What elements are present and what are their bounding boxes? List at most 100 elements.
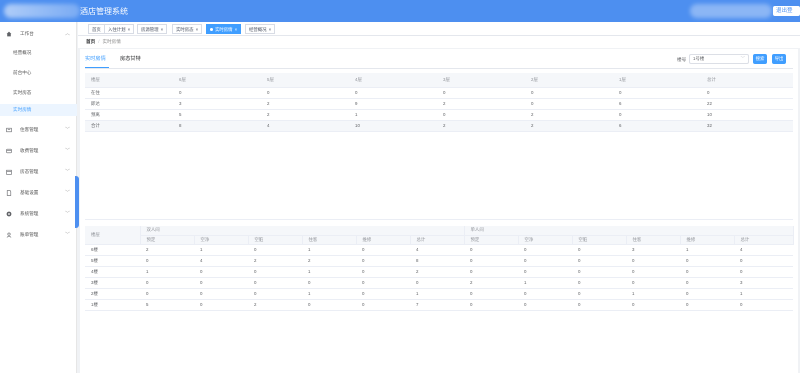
column-header: 6层 [173, 73, 261, 88]
table-cell: 5 [140, 299, 194, 311]
sidebar-item-accounts[interactable]: 账单管理 ﹀ [0, 229, 77, 241]
chevron-down-icon: ﹀ [64, 211, 70, 217]
tag-room-status[interactable]: 实时房态 × [172, 24, 203, 34]
tag-label: 实时房态 [176, 27, 194, 32]
column-header: 空脏 [248, 235, 303, 245]
tab-gantt[interactable]: 房态甘特 [120, 55, 141, 62]
sidebar-item-guests[interactable]: 住客管理 ﹀ [0, 124, 77, 136]
table-cell: 0 [518, 299, 573, 311]
table-cell: 4楼 [85, 266, 140, 278]
table-cell: 0 [464, 266, 519, 278]
table-cell: 2 [261, 109, 349, 121]
building-select-value: 1号楼 [693, 56, 705, 61]
table-cell: 0 [734, 255, 794, 267]
close-icon[interactable]: × [235, 27, 238, 32]
breadcrumb-home[interactable]: 首页 [86, 39, 95, 44]
table-cell: 0 [613, 87, 701, 99]
tag-home[interactable]: 首页 [88, 24, 105, 34]
tag-checkin-plan[interactable]: 入住计划 × [104, 24, 135, 34]
sidebar-sub-overview[interactable]: 经营概况 [0, 47, 77, 59]
group-header-single: 单人间 [464, 226, 794, 236]
close-icon[interactable]: × [196, 27, 199, 32]
table-cell: 6楼 [85, 244, 140, 256]
tag-room-info[interactable]: 实时房情 × [206, 24, 242, 34]
table-cell: 0 [518, 244, 573, 256]
table-cell: 1 [626, 288, 681, 300]
table-cell: 0 [356, 244, 410, 256]
tab-active-indicator [85, 67, 109, 68]
table-cell: 0 [734, 299, 794, 311]
close-icon[interactable]: × [128, 27, 131, 32]
export-button[interactable]: 导出 [772, 54, 786, 64]
table-cell: 22 [701, 98, 793, 110]
sidebar-collapse-handle[interactable] [75, 176, 79, 228]
breadcrumb: 首页 / 实时房情 [78, 36, 800, 48]
table-cell: 0 [140, 277, 194, 289]
table-cell: 1 [302, 288, 356, 300]
column-header: 总计 [701, 73, 793, 88]
table-cell: 0 [356, 288, 410, 300]
table-cell: 6 [613, 98, 701, 110]
table-cell: 0 [701, 87, 793, 99]
table-cell: 0 [525, 87, 613, 99]
table-cell: 9 [349, 98, 437, 110]
sidebar-sub-room-info[interactable]: 实时房情 [0, 104, 77, 116]
table-cell: 0 [518, 288, 573, 300]
table-cell: 0 [734, 266, 794, 278]
table-cell: 2 [248, 255, 302, 267]
table-cell: 在住 [85, 87, 173, 99]
sidebar-item-room-mgmt[interactable]: 房态管理 ﹀ [0, 166, 77, 178]
tag-label: 首页 [92, 27, 101, 32]
table-cell: 2 [261, 98, 349, 110]
table-cell: 0 [626, 255, 681, 267]
table-cell: 0 [572, 255, 627, 267]
sidebar-item-workbench[interactable]: 工作台 ︿ [0, 28, 77, 40]
column-header: 空净 [518, 235, 573, 245]
table-cell: 0 [356, 255, 410, 267]
tab-room-info[interactable]: 实时房情 [85, 55, 106, 62]
search-button[interactable]: 搜索 [753, 54, 767, 64]
table-cell: 0 [626, 299, 681, 311]
building-select[interactable]: 1号楼 ﹀ [689, 54, 749, 64]
table-row: 5楼 0 4 2 2 0 8 0 0 0 0 0 0 [85, 255, 794, 267]
sidebar-item-label: 收费管理 [20, 148, 39, 153]
close-icon[interactable]: × [269, 27, 272, 32]
close-icon[interactable]: × [161, 27, 164, 32]
logout-button[interactable]: 退出登录 [773, 6, 800, 24]
floor-summary-table: 楼层 6层 5层 4层 3层 2层 1层 总计 在住 0 0 0 0 0 0 0 即达 3 2 9 2 0… [85, 73, 793, 132]
table-cell: 0 [680, 277, 735, 289]
wallet-icon [6, 148, 12, 154]
table-cell: 0 [525, 98, 613, 110]
table-cell: 8 [410, 255, 465, 267]
active-dot-icon [210, 28, 213, 32]
table-cell: 0 [194, 266, 248, 278]
table-cell: 0 [572, 244, 627, 256]
tag-overview[interactable]: 经营概况 × [245, 24, 276, 34]
table-cell: 32 [701, 120, 793, 132]
tag-rooms[interactable]: 房源管理 × [137, 24, 168, 34]
table-cell: 7 [410, 299, 465, 311]
column-header: 3层 [437, 73, 525, 88]
table-cell: 3 [173, 98, 261, 110]
column-header: 住客 [626, 235, 681, 245]
chevron-down-icon: ﹀ [64, 148, 70, 154]
table-cell: 1 [140, 266, 194, 278]
chevron-down-icon: ﹀ [64, 190, 70, 196]
table-cell: 0 [140, 255, 194, 267]
table-cell: 4 [734, 244, 794, 256]
sidebar-item-basic-settings[interactable]: 基础设置 ﹀ [0, 187, 77, 199]
column-header: 楼层 [85, 226, 141, 245]
sidebar-sub-front-desk[interactable]: 前台中心 [0, 67, 77, 79]
column-header: 预定 [464, 235, 519, 245]
table-cell: 即达 [85, 98, 173, 110]
table-cell: 0 [173, 87, 261, 99]
sidebar-item-billing[interactable]: 收费管理 ﹀ [0, 145, 77, 157]
user-info[interactable] [690, 4, 772, 18]
chevron-down-icon: ﹀ [64, 169, 70, 175]
tag-label: 经营概况 [249, 27, 267, 32]
table-cell: 0 [572, 288, 627, 300]
sidebar-sub-room-status[interactable]: 实时房态 [0, 87, 77, 99]
sidebar-item-system[interactable]: 系统管理 ﹀ [0, 208, 77, 220]
table-cell: 2 [140, 244, 194, 256]
table-cell: 8 [173, 120, 261, 132]
